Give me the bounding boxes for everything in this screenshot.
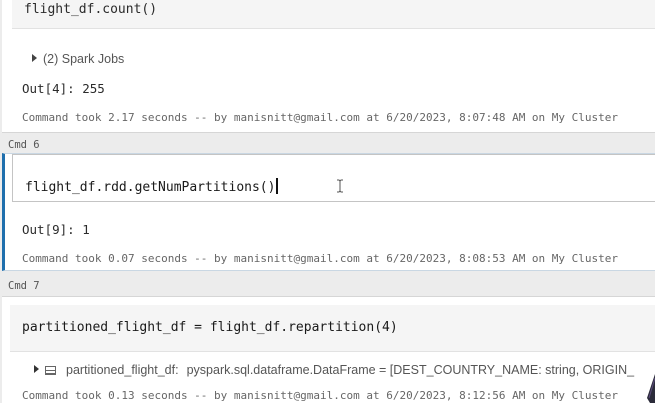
dataframe-name: partitioned_flight_df:: [66, 363, 179, 377]
notebook-view: flight_df.count() (2) Spark Jobs Out[4]:…: [0, 0, 655, 403]
table-icon: [45, 366, 56, 375]
cmd-label: Cmd 7: [8, 280, 40, 292]
cell-output: Out[9]: 1: [22, 222, 90, 237]
expand-triangle-icon[interactable]: [34, 365, 39, 373]
notebook-cell-count[interactable]: flight_df.count() (2) Spark Jobs Out[4]:…: [2, 0, 655, 133]
code-text: flight_df.count(): [24, 2, 158, 17]
notebook-cell-active[interactable]: flight_df.rdd.getNumPartitions() Out[9]:…: [2, 153, 655, 271]
command-took-text: Command took 2.17 seconds -- by manisnit…: [22, 111, 619, 124]
cmd-label: Cmd 6: [8, 139, 40, 151]
command-took-text: Command took 0.07 seconds -- by manisnit…: [22, 252, 619, 265]
code-editor[interactable]: flight_df.rdd.getNumPartitions(): [12, 154, 655, 202]
code-editor[interactable]: partitioned_flight_df = flight_df.repart…: [10, 305, 655, 352]
code-text: partitioned_flight_df = flight_df.repart…: [22, 320, 398, 335]
text-caret: [276, 178, 278, 194]
text-cursor-icon: [337, 179, 343, 193]
spark-jobs-toggle[interactable]: (2) Spark Jobs: [32, 52, 124, 66]
window-edge-icon: [647, 374, 655, 403]
expand-triangle-icon[interactable]: [32, 54, 37, 62]
dataframe-summary-toggle[interactable]: partitioned_flight_df: pyspark.sql.datafr…: [34, 363, 634, 377]
spark-jobs-label: (2) Spark Jobs: [43, 52, 125, 66]
notebook-cell-repartition[interactable]: partitioned_flight_df = flight_df.repart…: [2, 296, 655, 403]
code-text: flight_df.rdd.getNumPartitions(): [25, 178, 278, 195]
cell-output: Out[4]: 255: [22, 81, 105, 96]
code-editor[interactable]: flight_df.count(): [12, 0, 655, 29]
dataframe-schema: pyspark.sql.dataframe.DataFrame = [DEST_…: [186, 363, 635, 377]
command-took-text: Command took 0.13 seconds -- by manisnit…: [22, 389, 619, 402]
